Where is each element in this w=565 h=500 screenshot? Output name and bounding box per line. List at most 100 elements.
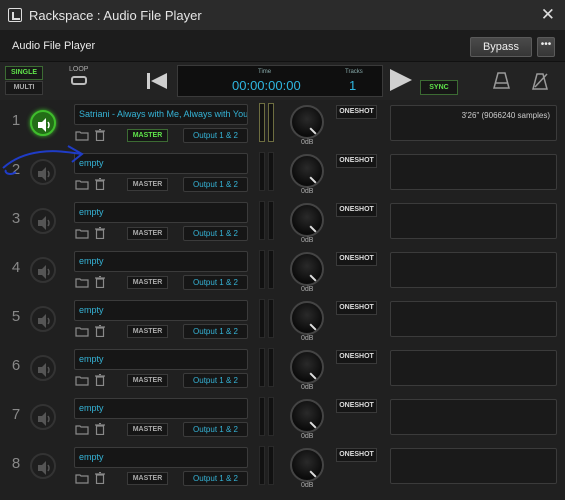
output-select[interactable]: Output 1 & 2 (183, 422, 248, 437)
file-name-field[interactable]: Satriani - Always with Me, Always with Y… (74, 104, 248, 125)
trash-icon[interactable] (95, 325, 105, 337)
gain-label: 0dB (301, 139, 314, 146)
window-titlebar: Rackspace : Audio File Player ✕ (0, 0, 565, 30)
file-name-field[interactable]: empty (74, 251, 248, 272)
track-row: 8 empty MASTER Output 1 & 2 0dB ONESHOT (0, 444, 565, 492)
track-number: 3 (11, 210, 21, 227)
output-select[interactable]: Output 1 & 2 (183, 373, 248, 388)
gain-label: 0dB (301, 237, 314, 244)
gain-knob[interactable] (290, 301, 324, 335)
master-button[interactable]: MASTER (127, 129, 168, 142)
speaker-toggle-button[interactable] (30, 306, 56, 332)
output-select[interactable]: Output 1 & 2 (183, 471, 248, 486)
folder-icon[interactable] (75, 179, 89, 190)
folder-icon[interactable] (75, 130, 89, 141)
oneshot-button[interactable]: ONESHOT (336, 448, 377, 462)
folder-icon[interactable] (75, 277, 89, 288)
speaker-icon (38, 412, 50, 426)
bypass-button[interactable]: Bypass (470, 37, 532, 57)
file-name-field[interactable]: empty (74, 447, 248, 468)
rewind-icon[interactable] (147, 73, 167, 89)
more-options-button[interactable]: ••• (537, 37, 555, 57)
output-select[interactable]: Output 1 & 2 (183, 128, 248, 143)
close-icon[interactable]: ✕ (541, 5, 555, 25)
speaker-toggle-button[interactable] (30, 257, 56, 283)
oneshot-button[interactable]: ONESHOT (336, 154, 377, 168)
level-meter-right (268, 446, 274, 485)
level-meter-left (259, 250, 265, 289)
gain-knob[interactable] (290, 448, 324, 482)
gain-knob[interactable] (290, 350, 324, 384)
oneshot-button[interactable]: ONESHOT (336, 252, 377, 266)
waveform-display (390, 203, 557, 239)
trash-icon[interactable] (95, 374, 105, 386)
gain-knob[interactable] (290, 105, 324, 139)
master-button[interactable]: MASTER (127, 325, 168, 338)
gain-knob[interactable] (290, 399, 324, 433)
output-select[interactable]: Output 1 & 2 (183, 275, 248, 290)
oneshot-button[interactable]: ONESHOT (336, 105, 377, 119)
master-button[interactable]: MASTER (127, 374, 168, 387)
output-select[interactable]: Output 1 & 2 (183, 324, 248, 339)
file-name-field[interactable]: empty (74, 398, 248, 419)
play-icon[interactable] (390, 69, 412, 91)
level-meter-left (259, 446, 265, 485)
file-name-field[interactable]: empty (74, 300, 248, 321)
gain-knob[interactable] (290, 203, 324, 237)
transport-display: Time 00:00:00:00 Tracks 1 (177, 65, 383, 97)
speaker-toggle-button[interactable] (30, 404, 56, 430)
folder-icon[interactable] (75, 473, 89, 484)
folder-icon[interactable] (75, 326, 89, 337)
master-button[interactable]: MASTER (127, 276, 168, 289)
gain-knob[interactable] (290, 252, 324, 286)
metronome-off-icon[interactable] (531, 72, 549, 90)
speaker-toggle-button[interactable] (30, 159, 56, 185)
gain-label: 0dB (301, 433, 314, 440)
metronome-icon[interactable] (493, 72, 510, 89)
master-button[interactable]: MASTER (127, 178, 168, 191)
oneshot-button[interactable]: ONESHOT (336, 203, 377, 217)
gain-label: 0dB (301, 384, 314, 391)
speaker-icon (38, 265, 50, 279)
waveform-display (390, 154, 557, 190)
trash-icon[interactable] (95, 276, 105, 288)
single-mode-button[interactable]: SINGLE (5, 66, 43, 80)
folder-icon[interactable] (75, 424, 89, 435)
oneshot-button[interactable]: ONESHOT (336, 301, 377, 315)
folder-icon[interactable] (75, 375, 89, 386)
trash-icon[interactable] (95, 129, 105, 141)
level-meter-left (259, 397, 265, 436)
master-button[interactable]: MASTER (127, 472, 168, 485)
gain-knob[interactable] (290, 154, 324, 188)
master-button[interactable]: MASTER (127, 423, 168, 436)
file-name-field[interactable]: empty (74, 153, 248, 174)
speaker-toggle-button[interactable] (30, 355, 56, 381)
output-select[interactable]: Output 1 & 2 (183, 226, 248, 241)
track-number: 4 (11, 259, 21, 276)
transport-bar: SINGLE MULTI LOOP Time 00:00:00:00 Track… (0, 62, 565, 100)
waveform-display (390, 399, 557, 435)
file-name-field[interactable]: empty (74, 202, 248, 223)
master-button[interactable]: MASTER (127, 227, 168, 240)
trash-icon[interactable] (95, 423, 105, 435)
speaker-toggle-button[interactable] (30, 110, 56, 136)
trash-icon[interactable] (95, 178, 105, 190)
sync-button[interactable]: SYNC (420, 80, 458, 95)
oneshot-button[interactable]: ONESHOT (336, 350, 377, 364)
speaker-toggle-button[interactable] (30, 453, 56, 479)
track-number: 1 (11, 112, 21, 129)
time-value: 00:00:00:00 (232, 78, 301, 93)
folder-icon[interactable] (75, 228, 89, 239)
speaker-toggle-button[interactable] (30, 208, 56, 234)
plugin-name: Audio File Player (12, 40, 96, 52)
trash-icon[interactable] (95, 227, 105, 239)
output-select[interactable]: Output 1 & 2 (183, 177, 248, 192)
level-meter-right (268, 250, 274, 289)
track-number: 8 (11, 455, 21, 472)
oneshot-button[interactable]: ONESHOT (336, 399, 377, 413)
file-name-field[interactable]: empty (74, 349, 248, 370)
level-meter-right (268, 397, 274, 436)
loop-icon[interactable] (71, 76, 87, 85)
multi-mode-button[interactable]: MULTI (5, 81, 43, 95)
trash-icon[interactable] (95, 472, 105, 484)
